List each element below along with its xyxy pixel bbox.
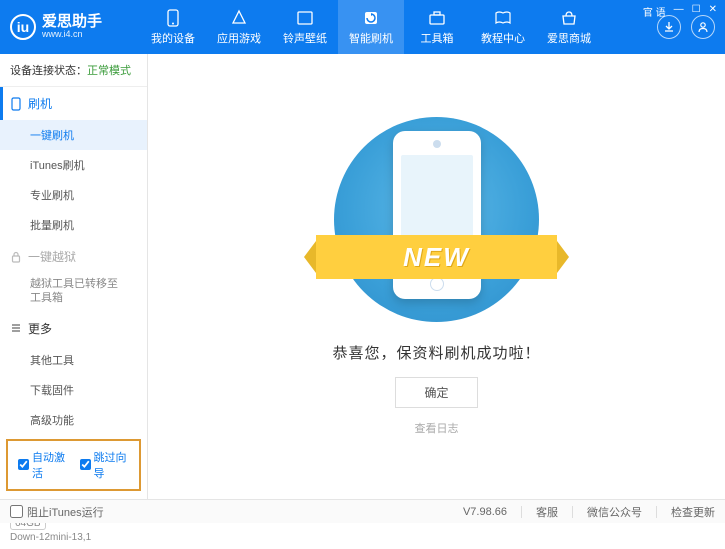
nav-label: 教程中心 (481, 30, 525, 46)
logo-icon: iu (10, 14, 36, 40)
device-detail: Down-12mini-13,1 (10, 532, 137, 543)
nav-label: 工具箱 (421, 30, 454, 46)
checkbox-input[interactable] (10, 505, 23, 518)
apps-icon (230, 9, 248, 27)
lock-icon (10, 251, 22, 263)
options-box: 自动激活 跳过向导 (6, 439, 141, 491)
ok-button[interactable]: 确定 (395, 377, 477, 408)
sidebar: 设备连接状态：正常模式 刷机 一键刷机 iTunes刷机 专业刷机 批量刷机 一… (0, 54, 148, 499)
block-itunes-checkbox[interactable]: 阻止iTunes运行 (10, 504, 104, 520)
header: iu 爱思助手 www.i4.cn 我的设备 应用游戏 铃声壁纸 智能刷机 工具… (0, 0, 725, 54)
nav-label: 我的设备 (151, 30, 195, 46)
sidebar-item-advanced[interactable]: 高级功能 (0, 405, 147, 435)
success-illustration: NEW (334, 117, 539, 322)
flash-icon (362, 9, 380, 27)
view-log-link[interactable]: 查看日志 (415, 420, 459, 436)
sidebar-head-more[interactable]: 更多 (0, 312, 147, 345)
sidebar-item-other[interactable]: 其他工具 (0, 345, 147, 375)
store-icon (560, 9, 578, 27)
nav-label: 应用游戏 (217, 30, 261, 46)
nav-label: 铃声壁纸 (283, 30, 327, 46)
brand-title: 爱思助手 (42, 14, 102, 31)
sidebar-head-label: 更多 (28, 320, 52, 337)
sidebar-head-label: 刷机 (28, 95, 52, 112)
nav-toolbox[interactable]: 工具箱 (404, 0, 470, 54)
nav-store[interactable]: 爱思商城 (536, 0, 602, 54)
jailbreak-note: 越狱工具已转移至 工具箱 (0, 273, 147, 312)
success-message: 恭喜您，保资料刷机成功啦！ (332, 342, 540, 363)
checkbox-input[interactable] (80, 459, 91, 470)
phone-icon (164, 9, 182, 27)
brand-subtitle: www.i4.cn (42, 30, 102, 40)
sidebar-item-batch[interactable]: 批量刷机 (0, 210, 147, 240)
checkbox-auto-activate[interactable]: 自动激活 (18, 449, 68, 481)
sidebar-item-itunes[interactable]: iTunes刷机 (0, 150, 147, 180)
main-content: NEW 恭喜您，保资料刷机成功啦！ 确定 查看日志 (148, 54, 725, 499)
sidebar-head-jailbreak[interactable]: 一键越狱 (0, 240, 147, 273)
sidebar-head-flash[interactable]: 刷机 (0, 87, 147, 120)
footer: 阻止iTunes运行 V7.98.66 客服 微信公众号 检查更新 (0, 499, 725, 523)
toolbox-icon (428, 9, 446, 27)
checkbox-input[interactable] (18, 459, 29, 470)
nav-ringtones[interactable]: 铃声壁纸 (272, 0, 338, 54)
ribbon-text: NEW (403, 242, 470, 273)
sidebar-item-oneclick[interactable]: 一键刷机 (0, 120, 147, 150)
nav-label: 智能刷机 (349, 30, 393, 46)
close-icon[interactable]: ✕ (709, 4, 717, 19)
book-icon (494, 9, 512, 27)
customer-service-link[interactable]: 客服 (536, 504, 558, 520)
nav-label: 爱思商城 (547, 30, 591, 46)
nav-apps[interactable]: 应用游戏 (206, 0, 272, 54)
wallpaper-icon (296, 9, 314, 27)
logo: iu 爱思助手 www.i4.cn (10, 14, 140, 40)
conn-value: 正常模式 (87, 65, 131, 77)
connection-status: 设备连接状态：正常模式 (0, 54, 147, 87)
nav-my-device[interactable]: 我的设备 (140, 0, 206, 54)
nav-flash[interactable]: 智能刷机 (338, 0, 404, 54)
conn-label: 设备连接状态： (10, 65, 87, 77)
version-label: V7.98.66 (463, 506, 507, 518)
sidebar-item-pro[interactable]: 专业刷机 (0, 180, 147, 210)
menu-icon (10, 322, 22, 334)
phone-small-icon (10, 97, 22, 111)
sidebar-item-firmware[interactable]: 下载固件 (0, 375, 147, 405)
checkbox-skip-guide[interactable]: 跳过向导 (80, 449, 130, 481)
wechat-link[interactable]: 微信公众号 (587, 504, 642, 520)
check-update-link[interactable]: 检查更新 (671, 504, 715, 520)
minimize-icon[interactable]: — (674, 4, 684, 19)
lang-label[interactable]: 官 语 (643, 4, 666, 19)
nav-tutorials[interactable]: 教程中心 (470, 0, 536, 54)
sidebar-head-label: 一键越狱 (28, 248, 76, 265)
main-nav: 我的设备 应用游戏 铃声壁纸 智能刷机 工具箱 教程中心 爱思商城 (140, 0, 657, 54)
maximize-icon[interactable]: ☐ (692, 4, 701, 19)
